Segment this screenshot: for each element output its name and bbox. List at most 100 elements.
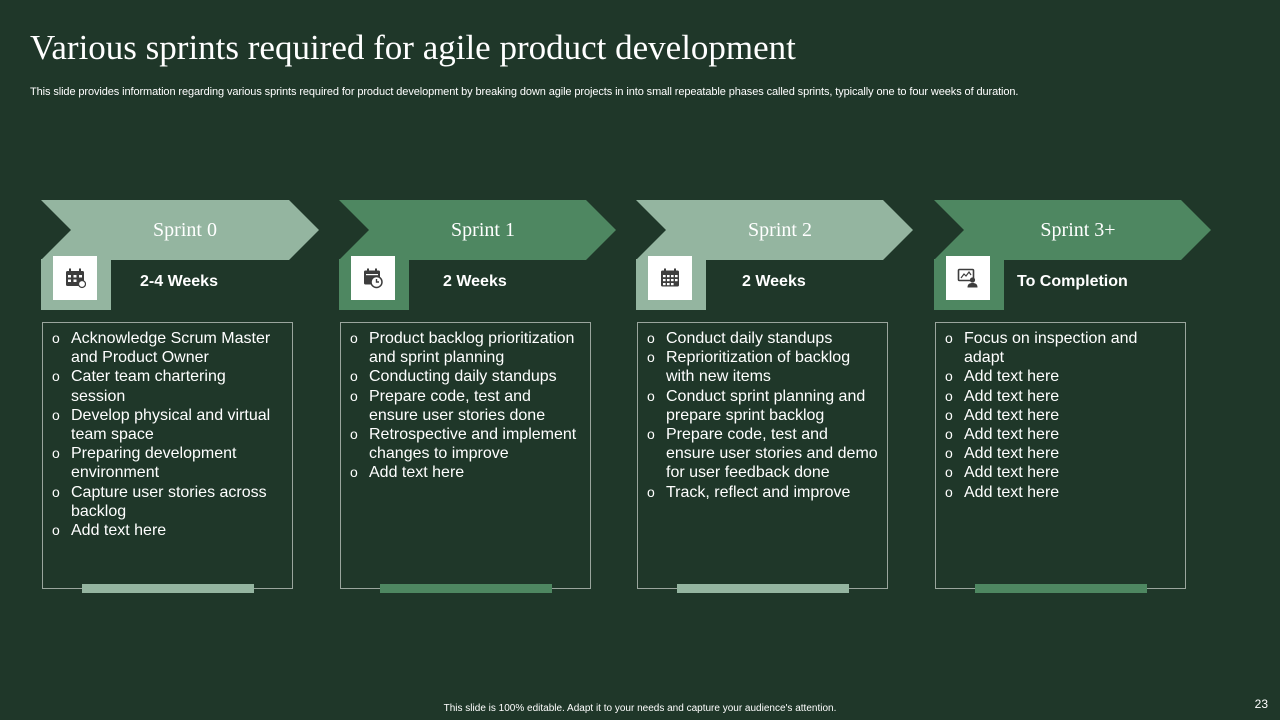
bullet-icon: o bbox=[647, 426, 655, 443]
sprint-task-item: o Add text here bbox=[945, 463, 1177, 482]
sprint-chevron: Sprint 3+ bbox=[934, 200, 1212, 260]
sprint-task-text: Prepare code, test and ensure user stori… bbox=[666, 426, 878, 482]
card-bottom-bar bbox=[677, 584, 849, 593]
sprint-duration: 2-4 Weeks bbox=[140, 273, 218, 290]
sprint-task-box: o Acknowledge Scrum Master and Product Ow… bbox=[42, 322, 293, 589]
sprint-task-item: o Product backlog prioritization and spri… bbox=[350, 329, 582, 367]
bullet-icon: o bbox=[350, 464, 358, 481]
sprint-task-list: o Product backlog prioritization and spri… bbox=[341, 323, 590, 483]
sprint-task-text: Conduct sprint planning and prepare spri… bbox=[666, 387, 866, 424]
sprint-task-item: o Retrospective and implement changes to … bbox=[350, 425, 582, 463]
sprint-task-text: Add text here bbox=[964, 483, 1060, 501]
bullet-icon: o bbox=[647, 349, 655, 366]
sprint-task-item: o Add text here bbox=[945, 425, 1177, 444]
sprint-task-text: Add text here bbox=[71, 522, 167, 540]
sprint-duration: To Completion bbox=[1017, 273, 1128, 290]
bullet-icon: o bbox=[945, 426, 953, 443]
bullet-icon: o bbox=[350, 330, 358, 346]
bullet-icon: o bbox=[52, 406, 60, 423]
sprint-name: Sprint 2 bbox=[748, 219, 812, 241]
sprint-task-item: o Prepare code, test and ensure user stor… bbox=[647, 425, 879, 483]
sprint-task-item: o Conducting daily standups bbox=[350, 367, 582, 386]
sprint-task-item: o Add text here bbox=[52, 521, 284, 540]
sprint-duration: 2 Weeks bbox=[443, 273, 507, 290]
calendar-schedule-icon bbox=[53, 256, 97, 300]
sprint-task-text: Add text here bbox=[369, 464, 465, 482]
bullet-icon: o bbox=[945, 330, 953, 346]
sprint-task-text: Focus on inspection and adapt bbox=[964, 330, 1138, 367]
bullet-icon: o bbox=[945, 406, 953, 423]
slide-subtitle: This slide provides information regardin… bbox=[30, 86, 1019, 98]
sprint-card-1: Sprint 1 2 Weeks o Product backlog priori… bbox=[339, 200, 619, 600]
sprint-task-text: Track, reflect and improve bbox=[666, 483, 851, 501]
bullet-icon: o bbox=[945, 368, 953, 385]
sprint-duration: 2 Weeks bbox=[742, 273, 806, 290]
sprint-task-list: o Focus on inspection and adapt o Add text … bbox=[936, 323, 1185, 502]
screen-user-icon bbox=[946, 256, 990, 300]
sprint-task-box: o Focus on inspection and adapt o Add text … bbox=[935, 322, 1186, 589]
slide: Various sprints required for agile produ… bbox=[0, 0, 1280, 720]
bullet-icon: o bbox=[52, 483, 60, 500]
bullet-icon: o bbox=[945, 464, 953, 481]
sprint-task-text: Retrospective and implement changes to i… bbox=[369, 426, 577, 463]
calendar-clock-icon bbox=[351, 256, 395, 300]
sprint-task-item: o Track, reflect and improve bbox=[647, 483, 879, 502]
sprint-card-0: Sprint 0 2-4 Weeks o Acknowledge Scrum Ma… bbox=[41, 200, 321, 600]
sprint-task-item: o Conduct daily standups bbox=[647, 329, 879, 348]
sprint-task-text: Conduct daily standups bbox=[666, 330, 833, 347]
sprint-task-text: Capture user stories across backlog bbox=[71, 483, 267, 520]
sprint-task-text: Acknowledge Scrum Master and Product Own… bbox=[71, 330, 271, 367]
sprint-task-text: Add text here bbox=[964, 406, 1060, 424]
sprint-chevron: Sprint 1 bbox=[339, 200, 617, 260]
bullet-icon: o bbox=[52, 368, 60, 385]
sprint-task-box: o Product backlog prioritization and spri… bbox=[340, 322, 591, 589]
calendar-grid-icon bbox=[648, 256, 692, 300]
sprint-name: Sprint 0 bbox=[153, 219, 217, 241]
bullet-icon: o bbox=[52, 330, 60, 346]
sprint-task-list: o Conduct daily standups o Reprioritization… bbox=[638, 323, 887, 502]
sprint-task-text: Add text here bbox=[964, 426, 1060, 444]
bullet-icon: o bbox=[52, 522, 60, 539]
sprint-task-item: o Conduct sprint planning and prepare spr… bbox=[647, 387, 879, 425]
bullet-icon: o bbox=[945, 483, 953, 500]
sprint-task-text: Cater team chartering session bbox=[71, 368, 226, 405]
sprint-task-item: o Develop physical and virtual team space bbox=[52, 406, 284, 444]
bullet-icon: o bbox=[350, 426, 358, 443]
card-bottom-bar bbox=[975, 584, 1147, 593]
bullet-icon: o bbox=[647, 387, 655, 404]
slide-title: Various sprints required for agile produ… bbox=[30, 28, 796, 67]
bullet-icon: o bbox=[52, 445, 60, 462]
sprint-task-text: Add text here bbox=[964, 387, 1060, 405]
bullet-icon: o bbox=[945, 387, 953, 404]
sprint-task-text: Prepare code, test and ensure user stori… bbox=[369, 387, 546, 424]
sprint-task-list: o Acknowledge Scrum Master and Product Ow… bbox=[43, 323, 292, 540]
sprint-task-item: o Reprioritization of backlog with new it… bbox=[647, 348, 879, 386]
sprint-name: Sprint 3+ bbox=[1040, 219, 1116, 241]
sprint-name: Sprint 1 bbox=[451, 219, 515, 241]
page-number: 23 bbox=[1254, 697, 1268, 711]
sprint-task-item: o Add text here bbox=[945, 444, 1177, 463]
sprint-card-3: Sprint 3+ To Completion o Focus on inspec… bbox=[934, 200, 1214, 600]
sprint-task-text: Add text here bbox=[964, 368, 1060, 386]
sprint-chevron: Sprint 0 bbox=[41, 200, 319, 260]
sprint-task-item: o Capture user stories across backlog bbox=[52, 483, 284, 521]
sprint-task-text: Reprioritization of backlog with new ite… bbox=[666, 349, 851, 386]
sprint-task-item: o Acknowledge Scrum Master and Product Ow… bbox=[52, 329, 284, 367]
sprint-chevron: Sprint 2 bbox=[636, 200, 914, 260]
bullet-icon: o bbox=[350, 368, 358, 385]
sprint-task-text: Add text here bbox=[964, 445, 1060, 463]
sprint-task-text: Conducting daily standups bbox=[369, 368, 557, 386]
sprint-task-box: o Conduct daily standups o Reprioritization… bbox=[637, 322, 888, 589]
card-bottom-bar bbox=[380, 584, 552, 593]
bullet-icon: o bbox=[945, 445, 953, 462]
sprint-task-item: o Focus on inspection and adapt bbox=[945, 329, 1177, 367]
bullet-icon: o bbox=[647, 483, 655, 500]
sprint-task-text: Preparing development environment bbox=[71, 445, 237, 482]
sprint-card-2: Sprint 2 2 Weeks o Conduct daily standup… bbox=[636, 200, 916, 600]
sprint-task-item: o Cater team chartering session bbox=[52, 367, 284, 405]
sprint-task-item: o Add text here bbox=[945, 483, 1177, 502]
sprint-task-item: o Add text here bbox=[945, 406, 1177, 425]
bullet-icon: o bbox=[350, 387, 358, 404]
sprint-task-text: Develop physical and virtual team space bbox=[71, 406, 271, 444]
sprint-task-text: Add text here bbox=[964, 464, 1060, 482]
